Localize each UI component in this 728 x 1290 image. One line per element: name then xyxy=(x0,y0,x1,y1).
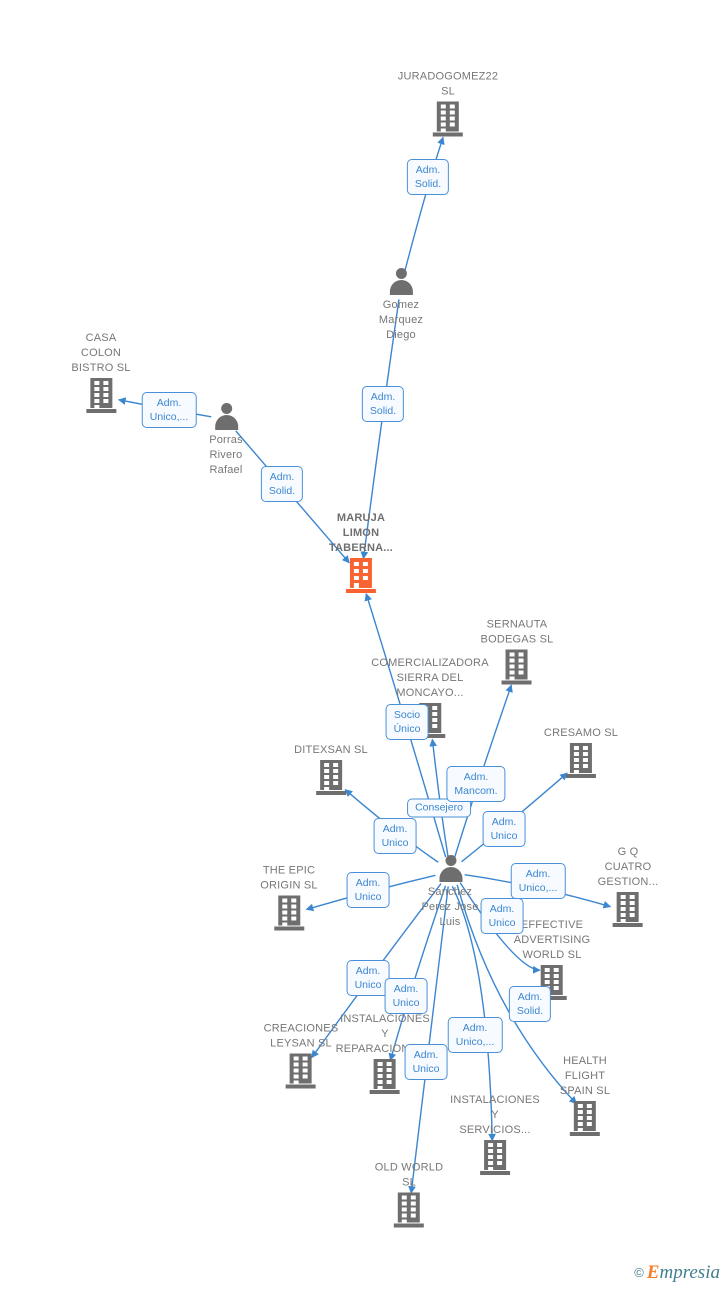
edge-label-e1[interactable]: Adm. Solid. xyxy=(406,159,450,195)
node-label: Gomez Marquez Diego xyxy=(378,299,424,341)
node-glyph xyxy=(260,895,317,931)
node-glyph xyxy=(379,267,423,297)
node-label: HEALTH FLIGHT SPAIN SL xyxy=(559,1055,611,1097)
graph-edge-e1 xyxy=(404,136,445,271)
node-label: Porras Rivero Rafael xyxy=(209,434,243,476)
node-label: SERNAUTA BODEGAS SL xyxy=(480,618,554,646)
node-label: COMERCIALIZADORA SIERRA DEL MONCAYO... xyxy=(371,657,489,699)
graph-node-health[interactable]: HEALTH FLIGHT SPAIN SL xyxy=(560,1054,610,1136)
graph-node-cresamo[interactable]: CRESAMO SL xyxy=(544,726,618,778)
node-label: CRESAMO SL xyxy=(543,727,619,739)
edge-label-e14[interactable]: Adm. Unico xyxy=(384,978,428,1014)
edge-label-e3[interactable]: Adm. Unico,... xyxy=(141,392,197,428)
node-label: CREACIONES LEYSAN SL xyxy=(263,1022,339,1050)
person-icon xyxy=(211,402,241,432)
graph-node-maruja[interactable]: MARUJA LIMON TABERNA... xyxy=(329,511,393,593)
edge-label-e16[interactable]: Adm. Solid. xyxy=(508,986,552,1022)
copyright-symbol: © xyxy=(634,1265,644,1280)
node-glyph xyxy=(450,1140,540,1175)
node-label: THE EPIC ORIGIN SL xyxy=(260,864,318,892)
graph-node-sernauta[interactable]: SERNAUTA BODEGAS SL xyxy=(481,618,554,685)
node-label: DITEXSAN SL xyxy=(294,744,368,756)
graph-node-oldworld[interactable]: OLD WORLD SL xyxy=(375,1161,443,1228)
edge-label-e5[interactable]: Socio Único xyxy=(385,704,429,740)
node-glyph xyxy=(560,1101,610,1136)
node-label: G Q CUATRO GESTION... xyxy=(597,846,659,888)
node-glyph xyxy=(264,1053,339,1089)
node-label: Sanchez Perez Jose Luis xyxy=(421,886,479,928)
edge-label-e9[interactable]: Adm. Unico xyxy=(373,818,417,854)
edge-label-e12[interactable]: Adm. Unico xyxy=(480,898,524,934)
edge-label-e15[interactable]: Adm. Unico,... xyxy=(447,1017,503,1053)
graph-node-casacolon[interactable]: CASA COLON BISTRO SL xyxy=(71,331,130,413)
relations-graph: JURADOGOMEZ22 SL Gomez Marquez Diego CASA … xyxy=(0,0,728,1290)
graph-node-creaciones[interactable]: CREACIONES LEYSAN SL xyxy=(264,1022,339,1089)
graph-node-sanchez[interactable]: Sanchez Perez Jose Luis xyxy=(421,854,478,930)
node-label: OLD WORLD SL xyxy=(374,1161,444,1189)
company-building-icon xyxy=(286,1053,316,1089)
graph-node-gomez[interactable]: Gomez Marquez Diego xyxy=(379,267,423,343)
node-glyph xyxy=(481,649,554,685)
edge-label-e2[interactable]: Adm. Solid. xyxy=(361,386,405,422)
edge-label-e17[interactable]: Adm. Unico xyxy=(404,1044,448,1080)
node-glyph xyxy=(398,101,498,137)
node-glyph xyxy=(421,854,478,884)
company-building-icon xyxy=(85,378,116,413)
node-label: MARUJA LIMON TABERNA... xyxy=(328,512,394,554)
company-building-icon xyxy=(393,1192,424,1228)
person-icon xyxy=(435,854,465,884)
person-icon xyxy=(386,267,416,297)
node-label: EFFECTIVE ADVERTISING WORLD SL xyxy=(513,919,591,961)
node-glyph xyxy=(71,378,130,413)
company-building-icon xyxy=(315,760,346,795)
node-glyph xyxy=(375,1192,443,1228)
graph-node-jurado[interactable]: JURADOGOMEZ22 SL xyxy=(398,70,498,137)
edge-layer xyxy=(117,136,612,1194)
empresia-watermark: © E mpresia xyxy=(634,1262,720,1283)
graph-node-instaservic[interactable]: INSTALACIONES Y SERVICIOS... xyxy=(450,1093,540,1175)
node-glyph xyxy=(329,558,393,593)
node-label: JURADOGOMEZ22 SL xyxy=(397,70,499,98)
brand-name: mpresia xyxy=(659,1262,720,1283)
brand-initial: E xyxy=(646,1262,660,1283)
edge-label-e10[interactable]: Adm. Unico xyxy=(346,872,390,908)
graph-node-ditexsan[interactable]: DITEXSAN SL xyxy=(294,743,368,795)
graph-node-epic[interactable]: THE EPIC ORIGIN SL xyxy=(260,864,318,931)
node-glyph xyxy=(209,402,243,432)
node-label: INSTALACIONES Y SERVICIOS... xyxy=(450,1094,540,1136)
company-building-icon xyxy=(613,892,643,927)
node-label: CASA COLON BISTRO SL xyxy=(71,332,131,374)
node-glyph xyxy=(294,760,368,795)
edge-label-e11[interactable]: Adm. Unico,... xyxy=(510,863,566,899)
edge-label-e8[interactable]: Adm. Unico xyxy=(482,811,526,847)
edge-label-e4[interactable]: Adm. Solid. xyxy=(260,466,304,502)
company-building-icon xyxy=(433,101,463,137)
node-glyph xyxy=(544,743,618,778)
graph-node-gqcuatro[interactable]: G Q CUATRO GESTION... xyxy=(598,845,659,927)
company-building-icon xyxy=(565,743,596,778)
company-building-icon xyxy=(570,1101,600,1136)
company-building-icon xyxy=(501,649,532,685)
company-building-icon xyxy=(369,1059,400,1094)
company-building-icon xyxy=(480,1140,510,1175)
company-building-icon-highlighted xyxy=(345,558,376,593)
company-building-icon xyxy=(274,895,304,931)
node-glyph xyxy=(598,892,659,927)
graph-node-porras[interactable]: Porras Rivero Rafael xyxy=(209,402,243,478)
edge-label-e13[interactable]: Adm. Unico xyxy=(346,960,390,996)
edge-label-e7[interactable]: Adm. Mancom. xyxy=(446,766,506,802)
